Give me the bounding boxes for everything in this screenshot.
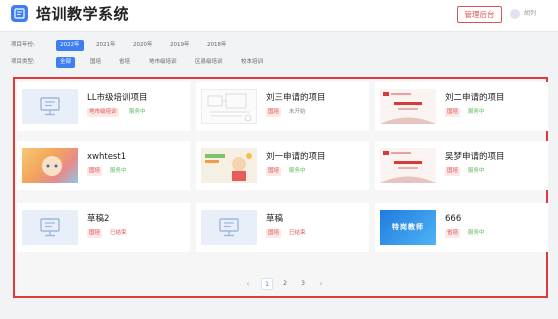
project-status: 服务中 [129, 109, 146, 115]
project-status: 服务中 [468, 109, 485, 115]
username[interactable]: 胡列 [524, 9, 536, 19]
project-type-badge: 国培 [445, 108, 461, 117]
project-card[interactable]: 特岗教师 666 省培 服务中 [375, 203, 548, 252]
type-option-school[interactable]: 校本培训 [237, 57, 267, 68]
project-status: 未开始 [289, 109, 306, 115]
project-card[interactable]: 刘三申请的项目 国培 未开始 [196, 82, 369, 131]
placeholder-icon [201, 210, 257, 245]
year-option-2018[interactable]: 2018年 [203, 40, 231, 51]
project-type-badge: 国培 [445, 167, 461, 176]
type-option-provincial[interactable]: 省培 [115, 57, 134, 68]
page-1-button[interactable]: 1 [261, 278, 273, 290]
project-card[interactable]: 刘二申请的项目 国培 服务中 [375, 82, 548, 131]
project-title: xwhtest1 [87, 152, 127, 162]
year-option-2021[interactable]: 2021年 [92, 40, 120, 51]
project-title: 刘二申请的项目 [445, 93, 505, 103]
project-status: 已结束 [289, 230, 306, 236]
kids-image [201, 148, 257, 183]
project-title: 刘三申请的项目 [266, 93, 326, 103]
type-option-city[interactable]: 地市级培训 [145, 57, 181, 68]
project-type-badge: 国培 [87, 167, 103, 176]
project-title: 草稿 [266, 214, 284, 224]
project-card[interactable]: 草稿2 国培 已结束 [17, 203, 190, 252]
project-type-badge: 省培 [445, 229, 461, 238]
project-type-badge: 地市级培训 [87, 108, 119, 117]
type-option-county[interactable]: 区县级培训 [191, 57, 227, 68]
project-status: 服务中 [468, 168, 485, 174]
page-3-button[interactable]: 3 [297, 278, 309, 290]
project-status: 服务中 [110, 168, 127, 174]
next-page-button[interactable]: › [316, 278, 326, 290]
project-title: 吴梦申请的项目 [445, 152, 505, 162]
type-filter-label: 项目类型: [11, 59, 35, 65]
year-option-2019[interactable]: 2019年 [166, 40, 194, 51]
app-logo-icon [11, 5, 28, 22]
blue-banner-image: 特岗教师 [380, 210, 436, 245]
placeholder-icon [22, 210, 78, 245]
page-2-button[interactable]: 2 [279, 278, 291, 290]
project-title: 草稿2 [87, 214, 110, 224]
year-option-2020[interactable]: 2020年 [129, 40, 157, 51]
admin-console-button[interactable]: 管理后台 [457, 6, 502, 23]
project-type-badge: 国培 [266, 229, 282, 238]
cartoon-image [22, 148, 78, 183]
banner-text: 特岗教师 [392, 223, 424, 231]
type-option-national[interactable]: 国培 [86, 57, 105, 68]
red-slide-image [380, 148, 436, 183]
type-option-all[interactable]: 全部 [56, 57, 76, 68]
project-title: 666 [445, 214, 462, 224]
app-title: 培训教学系统 [36, 5, 130, 23]
project-card[interactable]: 吴梦申请的项目 国培 服务中 [375, 141, 548, 190]
top-header: 培训教学系统 管理后台 胡列 [0, 0, 558, 32]
project-type-badge: 国培 [266, 167, 282, 176]
prev-page-button[interactable]: ‹ [243, 278, 253, 290]
project-card[interactable]: xwhtest1 国培 服务中 [17, 141, 190, 190]
year-option-2022[interactable]: 2022年 [56, 40, 84, 51]
year-filter-label: 项目年份: [11, 42, 35, 48]
placeholder-icon [22, 89, 78, 124]
project-card[interactable]: 草稿 国培 已结束 [196, 203, 369, 252]
project-status: 服务中 [468, 230, 485, 236]
project-status: 服务中 [289, 168, 306, 174]
project-card[interactable]: 刘一申请的项目 国培 服务中 [196, 141, 369, 190]
project-card[interactable]: LL市级培训项目 地市级培训 服务中 [17, 82, 190, 131]
project-type-badge: 国培 [87, 229, 103, 238]
red-slide-image [380, 89, 436, 124]
project-type-badge: 国培 [266, 108, 282, 117]
project-title: 刘一申请的项目 [266, 152, 326, 162]
project-title: LL市级培训项目 [87, 93, 148, 103]
project-status: 已结束 [110, 230, 127, 236]
user-avatar[interactable] [510, 9, 520, 19]
sketch-image [201, 89, 257, 124]
